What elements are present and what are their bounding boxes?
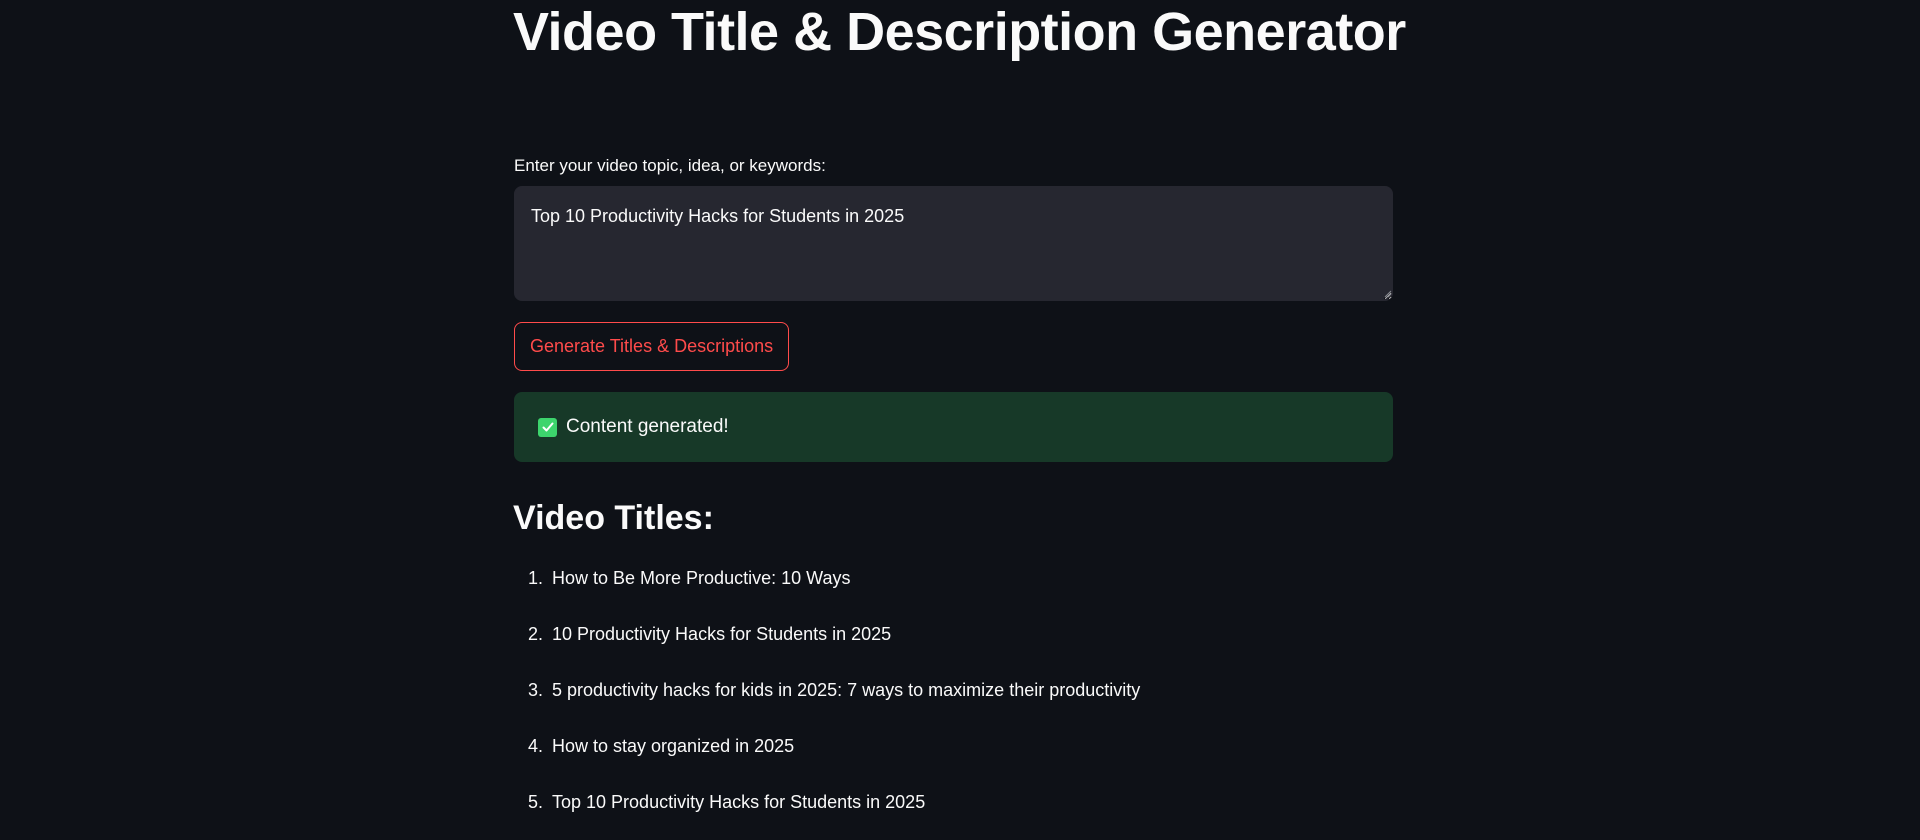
list-item-number: 3. (527, 680, 543, 700)
list-item-text: 5 productivity hacks for kids in 2025: 7… (552, 680, 1141, 700)
success-alert: Content generated! (514, 392, 1393, 462)
page-title: Video Title & Description Generator (513, 2, 1406, 62)
list-item: 1. How to Be More Productive: 10 Ways (513, 560, 1140, 616)
list-item-number: 4. (527, 736, 543, 756)
topic-input-label: Enter your video topic, idea, or keyword… (514, 156, 826, 175)
list-item-number: 2. (527, 624, 543, 644)
list-item-text: 10 Productivity Hacks for Students in 20… (552, 624, 892, 644)
list-item-number: 1. (527, 568, 543, 588)
check-mark-icon (538, 417, 557, 437)
success-message: Content generated! (566, 416, 729, 437)
resize-grip-icon[interactable] (1384, 290, 1392, 298)
list-item: 4. How to stay organized in 2025 (513, 728, 1140, 784)
list-item: 2. 10 Productivity Hacks for Students in … (513, 616, 1140, 672)
list-item-number: 5. (527, 792, 543, 812)
topic-textarea[interactable] (514, 186, 1393, 301)
list-item: 5. Top 10 Productivity Hacks for Students… (513, 784, 1140, 840)
list-item-text: How to Be More Productive: 10 Ways (552, 568, 851, 588)
video-titles-heading: Video Titles: (513, 499, 714, 537)
list-item-text: How to stay organized in 2025 (552, 736, 795, 756)
generate-button[interactable]: Generate Titles & Descriptions (514, 322, 790, 371)
video-titles-list: 1. How to Be More Productive: 10 Ways 2. 1… (513, 560, 1140, 840)
list-item: 3. 5 productivity hacks for kids in 2025:… (513, 672, 1140, 728)
list-item-text: Top 10 Productivity Hacks for Students i… (552, 792, 926, 812)
